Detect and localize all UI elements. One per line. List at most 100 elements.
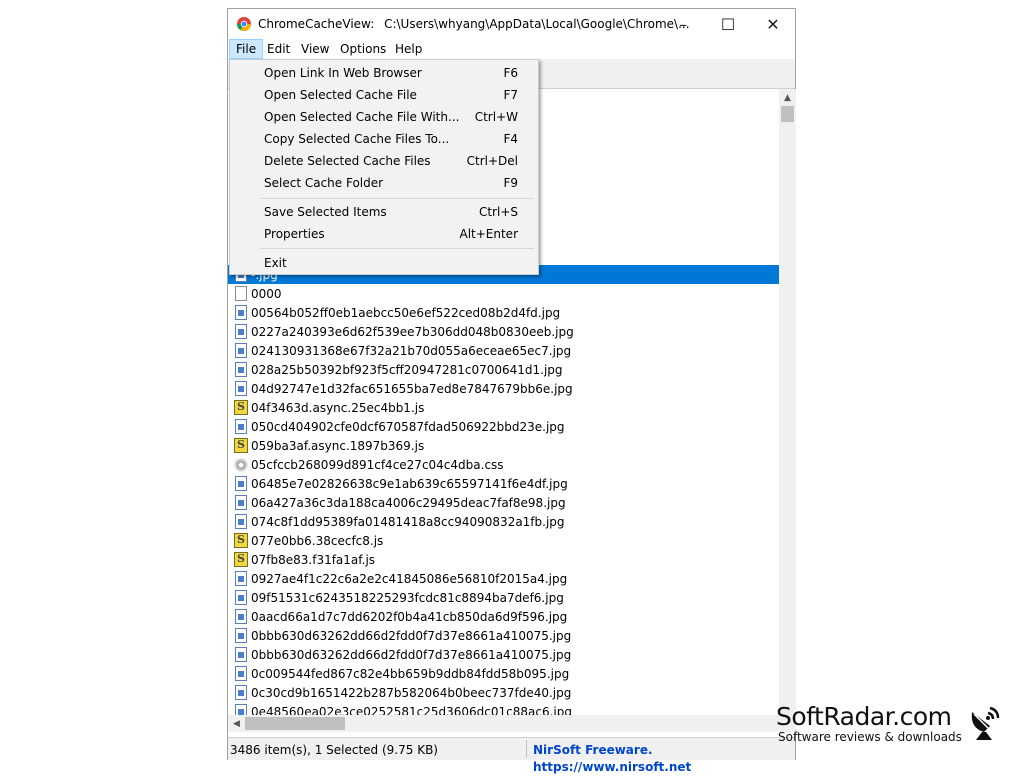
close-icon: ✕ (766, 14, 780, 34)
title-bar[interactable]: ChromeCacheView: C:\Users\whyang\AppData… (228, 9, 795, 39)
file-name: 0bbb630d63262dd66d2fdd0f7d37e8661a410075… (251, 628, 572, 643)
menu-item-label: Open Selected Cache File (264, 88, 417, 102)
image-file-icon (235, 343, 247, 358)
file-name: 0aacd66a1d7c7dd6202f0b4a41cb850da6d9f596… (251, 609, 568, 624)
file-row[interactable]: 0bbb630d63262dd66d2fdd0f7d37e8661a410075… (228, 626, 779, 645)
file-menu-dropdown: Open Link In Web Browser F6 Open Selecte… (229, 59, 539, 275)
menu-item-label: Properties (264, 227, 325, 241)
menu-options[interactable]: Options (334, 39, 392, 59)
menu-item-shortcut: F7 (503, 88, 518, 102)
file-row[interactable]: 050cd404902cfe0dcf670587fdad506922bbd23e… (228, 417, 779, 436)
menu-exit[interactable]: Exit (232, 252, 536, 274)
script-file-icon (234, 438, 248, 453)
file-name: 0000 (251, 286, 282, 301)
file-row[interactable]: 0c009544fed867c82e4bb659b9ddb84fdd58b095… (228, 664, 779, 683)
file-name: 074c8f1dd95389fa01481418a8cc94090832a1fb… (251, 514, 565, 529)
script-file-icon (234, 533, 248, 548)
status-item-count: 3486 item(s), 1 Selected (9.75 KB) (230, 743, 438, 757)
file-row[interactable]: 06485e7e02826638c9e1ab639c65597141f6e4df… (228, 474, 779, 493)
menu-view[interactable]: View (295, 39, 335, 59)
file-row[interactable]: 0927ae4f1c22c6a2e2c41845086e56810f2015a4… (228, 569, 779, 588)
file-row[interactable]: 06a427a36c3da188ca4006c29495deac7faf8e98… (228, 493, 779, 512)
file-row[interactable]: 09f51531c6243518225293fcdc81c8894ba7def6… (228, 588, 779, 607)
file-name: 0c30cd9b1651422b287b582064b0beec737fde40… (251, 685, 572, 700)
image-file-icon (235, 590, 247, 605)
menu-open-selected-cache-file[interactable]: Open Selected Cache File F7 (232, 84, 536, 106)
softradar-watermark: SoftRadar.com Software reviews & downloa… (776, 700, 1025, 750)
file-row[interactable]: 0bbb630d63262dd66d2fdd0f7d37e8661a410075… (228, 645, 779, 664)
file-name: 06a427a36c3da188ca4006c29495deac7faf8e98… (251, 495, 566, 510)
menu-select-cache-folder[interactable]: Select Cache Folder F9 (232, 172, 536, 194)
file-name: 0227a240393e6d62f539ee7b306dd048b0830eeb… (251, 324, 574, 339)
file-name: 05cfccb268099d891cf4ce27c04c4dba.css (251, 457, 504, 472)
menu-edit[interactable]: Edit (261, 39, 296, 59)
image-file-icon (235, 381, 247, 396)
watermark-subtitle: Software reviews & downloads (778, 730, 962, 744)
scroll-left-icon[interactable]: ◀ (228, 715, 245, 732)
file-row[interactable]: 0e48560ea02e3ce0252581c25d3606dc01c88ac6… (228, 702, 779, 715)
image-file-icon (235, 305, 247, 320)
file-name: 059ba3af.async.1897b369.js (251, 438, 425, 453)
file-row[interactable]: 00564b052ff0eb1aebcc50e6ef522ced08b2d4fd… (228, 303, 779, 322)
file-row[interactable]: 0aacd66a1d7c7dd6202f0b4a41cb850da6d9f596… (228, 607, 779, 626)
vertical-scroll-thumb[interactable] (781, 106, 794, 122)
file-name: 09f51531c6243518225293fcdc81c8894ba7def6… (251, 590, 564, 605)
file-row[interactable]: 024130931368e67f32a21b70d055a6eceae65ec7… (228, 341, 779, 360)
menu-open-link-in-browser[interactable]: Open Link In Web Browser F6 (232, 62, 536, 84)
menu-delete-selected-cache-files[interactable]: Delete Selected Cache Files Ctrl+Del (232, 150, 536, 172)
file-name: 04f3463d.async.25ec4bb1.js (251, 400, 425, 415)
file-row[interactable]: 0000 (228, 284, 779, 303)
script-file-icon (234, 400, 248, 415)
file-name: 0c009544fed867c82e4bb659b9ddb84fdd58b095… (251, 666, 570, 681)
file-row[interactable]: 074c8f1dd95389fa01481418a8cc94090832a1fb… (228, 512, 779, 531)
file-row[interactable]: 04d92747e1d32fac651655ba7ed8e7847679bb6e… (228, 379, 779, 398)
horizontal-scroll-thumb[interactable] (245, 717, 345, 730)
image-file-icon (235, 571, 247, 586)
image-file-icon (235, 419, 247, 434)
menu-help[interactable]: Help (389, 39, 428, 59)
chrome-cache-app-icon (237, 17, 251, 31)
blank-file-icon (235, 286, 247, 301)
menu-open-selected-cache-file-with[interactable]: Open Selected Cache File With... Ctrl+W (232, 106, 536, 128)
file-name: 024130931368e67f32a21b70d055a6eceae65ec7… (251, 343, 572, 358)
menu-save-selected-items[interactable]: Save Selected Items Ctrl+S (232, 201, 536, 223)
close-button[interactable]: ✕ (750, 9, 796, 39)
menu-item-label: Delete Selected Cache Files (264, 154, 431, 168)
menu-item-label: Open Link In Web Browser (264, 66, 422, 80)
file-row[interactable]: 07fb8e83.f31fa1af.js (228, 550, 779, 569)
file-row[interactable]: 028a25b50392bf923f5cff20947281c0700641d1… (228, 360, 779, 379)
menu-item-shortcut: Alt+Enter (459, 227, 518, 241)
menu-item-label: Copy Selected Cache Files To... (264, 132, 450, 146)
horizontal-scrollbar[interactable]: ◀ (228, 715, 779, 732)
menu-properties[interactable]: Properties Alt+Enter (232, 223, 536, 245)
image-file-icon (235, 704, 247, 715)
file-row[interactable]: 04f3463d.async.25ec4bb1.js (228, 398, 779, 417)
file-name: 0927ae4f1c22c6a2e2c41845086e56810f2015a4… (251, 571, 568, 586)
file-row[interactable]: 0227a240393e6d62f539ee7b306dd048b0830eeb… (228, 322, 779, 341)
menu-item-shortcut: Ctrl+S (478, 205, 518, 219)
menu-file[interactable]: File (229, 39, 264, 59)
menu-separator (260, 198, 534, 199)
file-name: 050cd404902cfe0dcf670587fdad506922bbd23e… (251, 419, 565, 434)
status-bar: 3486 item(s), 1 Selected (9.75 KB) NirSo… (228, 737, 795, 774)
file-row[interactable]: 05cfccb268099d891cf4ce27c04c4dba.css (228, 455, 779, 474)
nirsoft-link[interactable]: NirSoft Freeware. https://www.nirsoft.ne… (533, 742, 795, 776)
minimize-button[interactable]: – (660, 9, 706, 39)
scroll-up-icon[interactable]: ▲ (779, 89, 796, 106)
vertical-scrollbar[interactable]: ▲ (779, 89, 796, 715)
file-name: 04d92747e1d32fac651655ba7ed8e7847679bb6e… (251, 381, 573, 396)
file-name: 0e48560ea02e3ce0252581c25d3606dc01c88ac6… (251, 704, 572, 716)
script-file-icon (234, 552, 248, 567)
menu-item-label: Save Selected Items (264, 205, 387, 219)
menu-item-shortcut: F4 (503, 132, 518, 146)
file-row[interactable]: 077e0bb6.38cecfc8.js (228, 531, 779, 550)
file-row[interactable]: 0c30cd9b1651422b287b582064b0beec737fde40… (228, 683, 779, 702)
menu-copy-selected-cache-files[interactable]: Copy Selected Cache Files To... F4 (232, 128, 536, 150)
file-name: 06485e7e02826638c9e1ab639c65597141f6e4df… (251, 476, 568, 491)
image-file-icon (235, 609, 247, 624)
maximize-icon: ☐ (720, 14, 736, 34)
image-file-icon (235, 324, 247, 339)
maximize-button[interactable]: ☐ (705, 9, 751, 39)
file-row[interactable]: 059ba3af.async.1897b369.js (228, 436, 779, 455)
file-name: 00564b052ff0eb1aebcc50e6ef522ced08b2d4fd… (251, 305, 561, 320)
